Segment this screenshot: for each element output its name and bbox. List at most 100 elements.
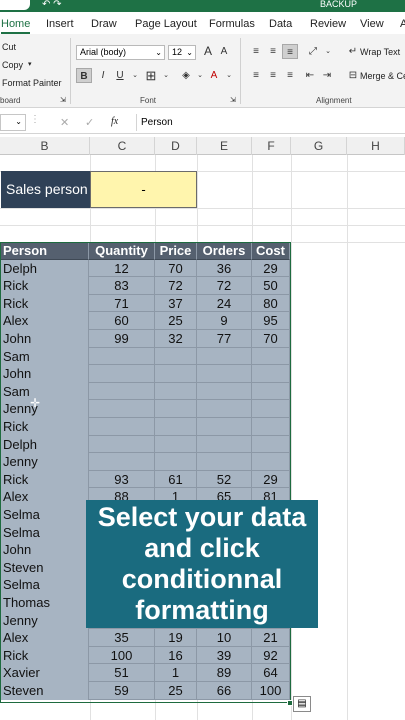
merge-center-button[interactable]: Merge & Ce <box>360 71 405 81</box>
worksheet[interactable]: Sales person - Person Quantity Price Ord… <box>0 155 405 720</box>
cell-quantity[interactable] <box>89 382 155 401</box>
borders-icon[interactable]: ⊞ <box>143 68 159 83</box>
quick-analysis-icon[interactable]: ▤ <box>293 696 311 712</box>
cancel-icon[interactable]: ✕ <box>60 116 69 129</box>
tab-page-layout[interactable]: Page Layout <box>135 18 197 30</box>
chevron-down-icon[interactable]: ⌄ <box>158 68 174 83</box>
cell-price[interactable]: 70 <box>155 259 197 278</box>
cell-person[interactable]: John <box>1 330 89 348</box>
header-cost[interactable]: Cost <box>252 242 290 260</box>
cell-quantity[interactable]: 12 <box>89 259 155 278</box>
font-color-icon[interactable]: A <box>206 68 222 83</box>
cell-orders[interactable]: 77 <box>197 330 252 348</box>
column-header-d[interactable]: D <box>155 137 197 155</box>
cell-quantity[interactable] <box>89 435 155 454</box>
cell-person[interactable]: Selma <box>1 576 89 594</box>
name-box[interactable]: ⌄ <box>0 114 26 131</box>
header-person[interactable]: Person <box>1 242 89 260</box>
align-middle-icon[interactable]: ≡ <box>265 44 281 59</box>
cell-orders[interactable] <box>197 418 252 436</box>
cell-price[interactable] <box>155 453 197 471</box>
cell-person[interactable]: John <box>1 541 89 559</box>
column-header-g[interactable]: G <box>291 137 347 155</box>
cell-orders[interactable] <box>197 347 252 366</box>
autosave-toggle[interactable] <box>0 0 30 10</box>
cell-price[interactable]: 1 <box>155 664 197 682</box>
cell-cost[interactable]: 29 <box>252 259 290 278</box>
cell-cost[interactable]: 50 <box>252 277 290 295</box>
cell-cost[interactable]: 21 <box>252 629 290 647</box>
chevron-down-icon[interactable]: ▾ <box>28 60 32 68</box>
cell-cost[interactable]: 100 <box>252 682 290 700</box>
cell-cost[interactable] <box>252 418 290 436</box>
cell-orders[interactable] <box>197 435 252 454</box>
increase-indent-icon[interactable]: ⇥ <box>319 68 335 83</box>
align-center-icon[interactable]: ≡ <box>265 68 281 83</box>
cell-quantity[interactable]: 51 <box>89 664 155 682</box>
cell-cost[interactable] <box>252 453 290 471</box>
header-quantity[interactable]: Quantity <box>89 242 155 260</box>
italic-button[interactable]: I <box>95 68 111 83</box>
tab-review[interactable]: Review <box>310 18 346 30</box>
cell-quantity[interactable]: 71 <box>89 294 155 313</box>
cell-cost[interactable]: 95 <box>252 312 290 330</box>
cell-orders[interactable] <box>197 382 252 401</box>
cell-quantity[interactable]: 99 <box>89 330 155 348</box>
cell-price[interactable] <box>155 382 197 401</box>
enter-icon[interactable]: ✓ <box>85 116 94 129</box>
column-header-c[interactable]: C <box>90 137 155 155</box>
cell-orders[interactable]: 39 <box>197 646 252 665</box>
copy-button[interactable]: Copy <box>2 60 23 70</box>
dialog-launcher-icon[interactable]: ⇲ <box>60 96 66 104</box>
cell-person[interactable]: Thomas <box>1 594 89 612</box>
cell-price[interactable]: 37 <box>155 294 197 313</box>
cell-price[interactable]: 19 <box>155 629 197 647</box>
cell-person[interactable]: Rick <box>1 418 89 436</box>
column-header-h[interactable]: H <box>347 137 405 155</box>
cell-quantity[interactable] <box>89 365 155 383</box>
cell-cost[interactable] <box>252 435 290 454</box>
tab-automate[interactable]: A <box>400 18 405 30</box>
cell-orders[interactable]: 72 <box>197 277 252 295</box>
cell-cost[interactable] <box>252 347 290 366</box>
cell-quantity[interactable]: 83 <box>89 277 155 295</box>
dialog-launcher-icon[interactable]: ⇲ <box>230 96 236 104</box>
format-painter-button[interactable]: Format Painter <box>2 78 62 88</box>
cell-orders[interactable] <box>197 453 252 471</box>
cell-price[interactable] <box>155 365 197 383</box>
cell-orders[interactable]: 66 <box>197 682 252 700</box>
cell-price[interactable] <box>155 347 197 366</box>
cell-quantity[interactable]: 93 <box>89 470 155 489</box>
cell-orders[interactable]: 9 <box>197 312 252 330</box>
cell-quantity[interactable]: 59 <box>89 682 155 700</box>
cell-price[interactable]: 25 <box>155 682 197 700</box>
cell-cost[interactable]: 64 <box>252 664 290 682</box>
cell-person[interactable]: Jenny <box>1 400 89 418</box>
tab-formulas[interactable]: Formulas <box>209 18 255 30</box>
cell-person[interactable]: Steven <box>1 558 89 577</box>
cell-quantity[interactable] <box>89 400 155 418</box>
tab-data[interactable]: Data <box>269 18 292 30</box>
cell-price[interactable]: 72 <box>155 277 197 295</box>
cell-quantity[interactable] <box>89 418 155 436</box>
cell-person[interactable]: Alex <box>1 488 89 506</box>
cell-person[interactable]: Xavier <box>1 664 89 682</box>
cell-quantity[interactable] <box>89 347 155 366</box>
cell-person[interactable]: Alex <box>1 312 89 330</box>
wrap-text-button[interactable]: Wrap Text <box>360 47 400 57</box>
cell-person[interactable]: John <box>1 365 89 383</box>
align-bottom-icon[interactable]: ≡ <box>282 44 298 59</box>
grow-font-button[interactable]: A <box>200 44 216 59</box>
tab-insert[interactable]: Insert <box>46 18 74 30</box>
cell-orders[interactable] <box>197 400 252 418</box>
cell-quantity[interactable]: 60 <box>89 312 155 330</box>
cell-orders[interactable]: 89 <box>197 664 252 682</box>
font-size-dropdown[interactable]: 12 ⌄ <box>168 45 196 60</box>
cell-price[interactable] <box>155 435 197 454</box>
cell-person[interactable]: Steven <box>1 682 89 700</box>
chevron-down-icon[interactable]: ⌄ <box>221 68 237 83</box>
cut-button[interactable]: Cut <box>2 42 16 52</box>
header-price[interactable]: Price <box>155 242 197 260</box>
column-header-f[interactable]: F <box>252 137 291 155</box>
cell-person[interactable]: Rick <box>1 294 89 313</box>
